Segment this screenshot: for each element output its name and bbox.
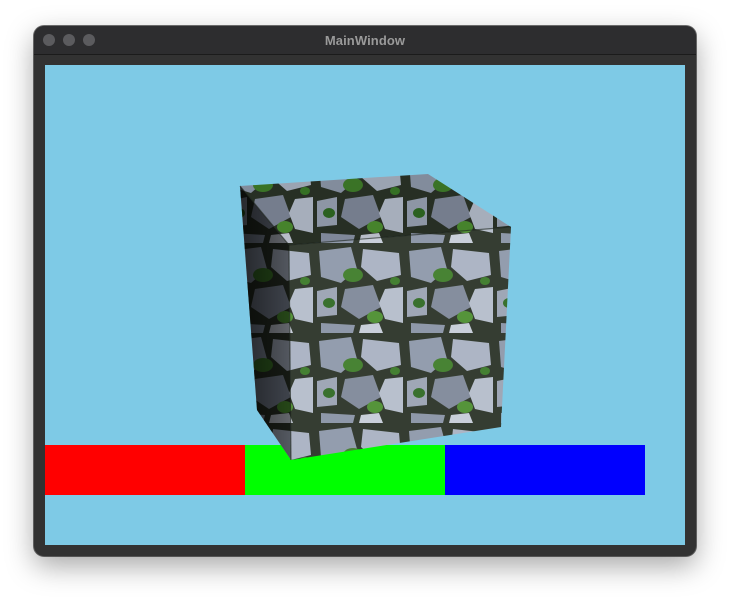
window-title: MainWindow (324, 33, 406, 48)
textured-cube (239, 174, 512, 461)
main-window: MainWindow (34, 26, 696, 556)
title-bar[interactable]: MainWindow (34, 26, 696, 55)
gl-viewport[interactable] (45, 65, 685, 545)
